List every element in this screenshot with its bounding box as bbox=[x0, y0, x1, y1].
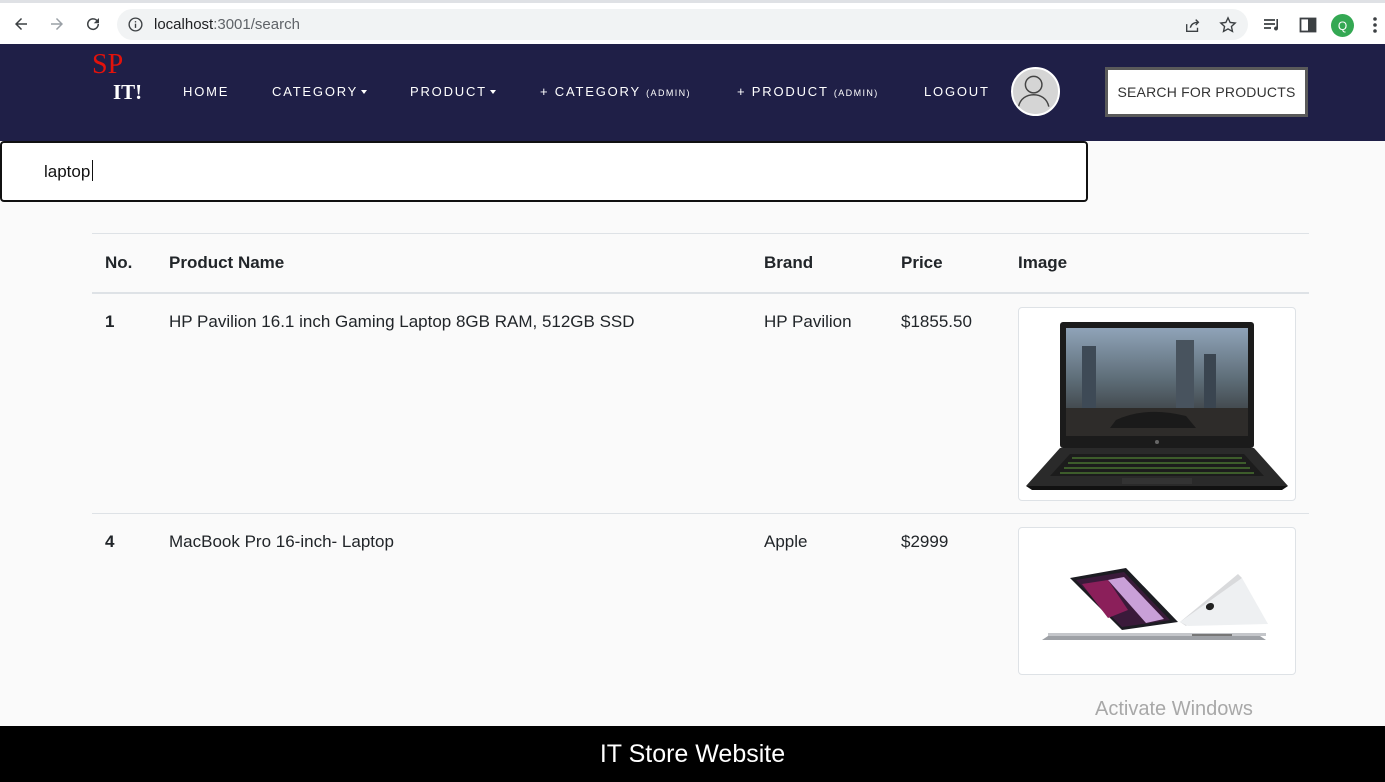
row-price: $2999 bbox=[901, 532, 949, 551]
nav-add-product-label: + PRODUCT bbox=[737, 84, 829, 99]
table-row: 4 MacBook Pro 16-inch- Laptop Apple $299… bbox=[92, 514, 1309, 684]
row-image-cell bbox=[1005, 293, 1309, 514]
search-for-products-button[interactable]: SEARCH FOR PRODUCTS bbox=[1105, 67, 1308, 117]
row-brand: Apple bbox=[764, 532, 808, 551]
menu-dots-icon[interactable] bbox=[1370, 15, 1380, 35]
nav-add-category[interactable]: + CATEGORY (ADMIN) bbox=[540, 84, 691, 101]
caret-down-icon bbox=[489, 89, 496, 94]
header-image: Image bbox=[1018, 252, 1068, 272]
site-footer: IT Store Website bbox=[0, 726, 1385, 782]
header-price: Price bbox=[901, 252, 943, 272]
admin-tag: (ADMIN) bbox=[833, 88, 879, 98]
reading-list-icon[interactable] bbox=[1262, 15, 1282, 35]
nav-product-dropdown[interactable]: PRODUCT bbox=[410, 84, 496, 100]
search-input[interactable] bbox=[0, 141, 1088, 202]
activate-windows-watermark: Activate Windows bbox=[1095, 698, 1253, 720]
row-no: 1 bbox=[105, 311, 115, 331]
nav-category-dropdown[interactable]: CATEGORY bbox=[272, 84, 368, 100]
table-row: 1 HP Pavilion 16.1 inch Gaming Laptop 8G… bbox=[92, 293, 1309, 514]
nav-add-category-label: + CATEGORY bbox=[540, 84, 641, 99]
address-bar[interactable]: localhost:3001/search bbox=[117, 9, 1248, 40]
share-icon[interactable] bbox=[1184, 16, 1202, 34]
browser-toolbar: localhost:3001/search Q bbox=[0, 0, 1385, 44]
url-text: localhost:3001/search bbox=[154, 16, 300, 33]
row-no: 4 bbox=[105, 532, 115, 551]
table-header-row: No. Product Name Brand Price Image bbox=[92, 233, 1309, 293]
logo-sp[interactable]: SP bbox=[92, 50, 123, 80]
nav-add-product[interactable]: + PRODUCT (ADMIN) bbox=[737, 84, 879, 101]
nav-product-label: PRODUCT bbox=[410, 84, 487, 99]
nav-home[interactable]: HOME bbox=[183, 84, 229, 100]
text-cursor bbox=[92, 160, 93, 181]
side-panel-icon[interactable] bbox=[1298, 15, 1318, 35]
profile-avatar[interactable]: Q bbox=[1331, 14, 1354, 37]
hp-laptop-image bbox=[1018, 306, 1296, 501]
footer-text: IT Store Website bbox=[599, 739, 786, 768]
header-no: No. bbox=[105, 252, 133, 272]
row-product-name: MacBook Pro 16-inch- Laptop bbox=[169, 532, 394, 551]
logo-it[interactable]: IT! bbox=[113, 80, 142, 104]
results-table: No. Product Name Brand Price Image 1 HP … bbox=[92, 233, 1309, 684]
user-icon bbox=[1017, 75, 1050, 107]
row-price: $1855.50 bbox=[901, 311, 972, 331]
nav-category-label: CATEGORY bbox=[272, 84, 359, 99]
back-icon[interactable] bbox=[9, 12, 33, 36]
caret-down-icon bbox=[361, 89, 368, 94]
bookmark-star-icon[interactable] bbox=[1219, 16, 1237, 34]
row-image-cell bbox=[1005, 514, 1309, 684]
header-brand: Brand bbox=[764, 252, 814, 272]
forward-icon[interactable] bbox=[45, 12, 69, 36]
reload-icon[interactable] bbox=[81, 12, 105, 36]
laptop-photo bbox=[1042, 568, 1268, 640]
user-avatar[interactable] bbox=[1011, 67, 1060, 116]
row-product-name: HP Pavilion 16.1 inch Gaming Laptop 8GB … bbox=[169, 311, 635, 331]
nav-logout[interactable]: LOGOUT bbox=[924, 84, 990, 100]
site-info-icon[interactable] bbox=[127, 16, 144, 33]
macbook-image bbox=[1018, 527, 1296, 675]
header-product-name: Product Name bbox=[169, 252, 285, 272]
laptop-photo bbox=[1026, 321, 1288, 490]
admin-tag: (ADMIN) bbox=[646, 88, 691, 98]
row-brand: HP Pavilion bbox=[764, 311, 852, 331]
